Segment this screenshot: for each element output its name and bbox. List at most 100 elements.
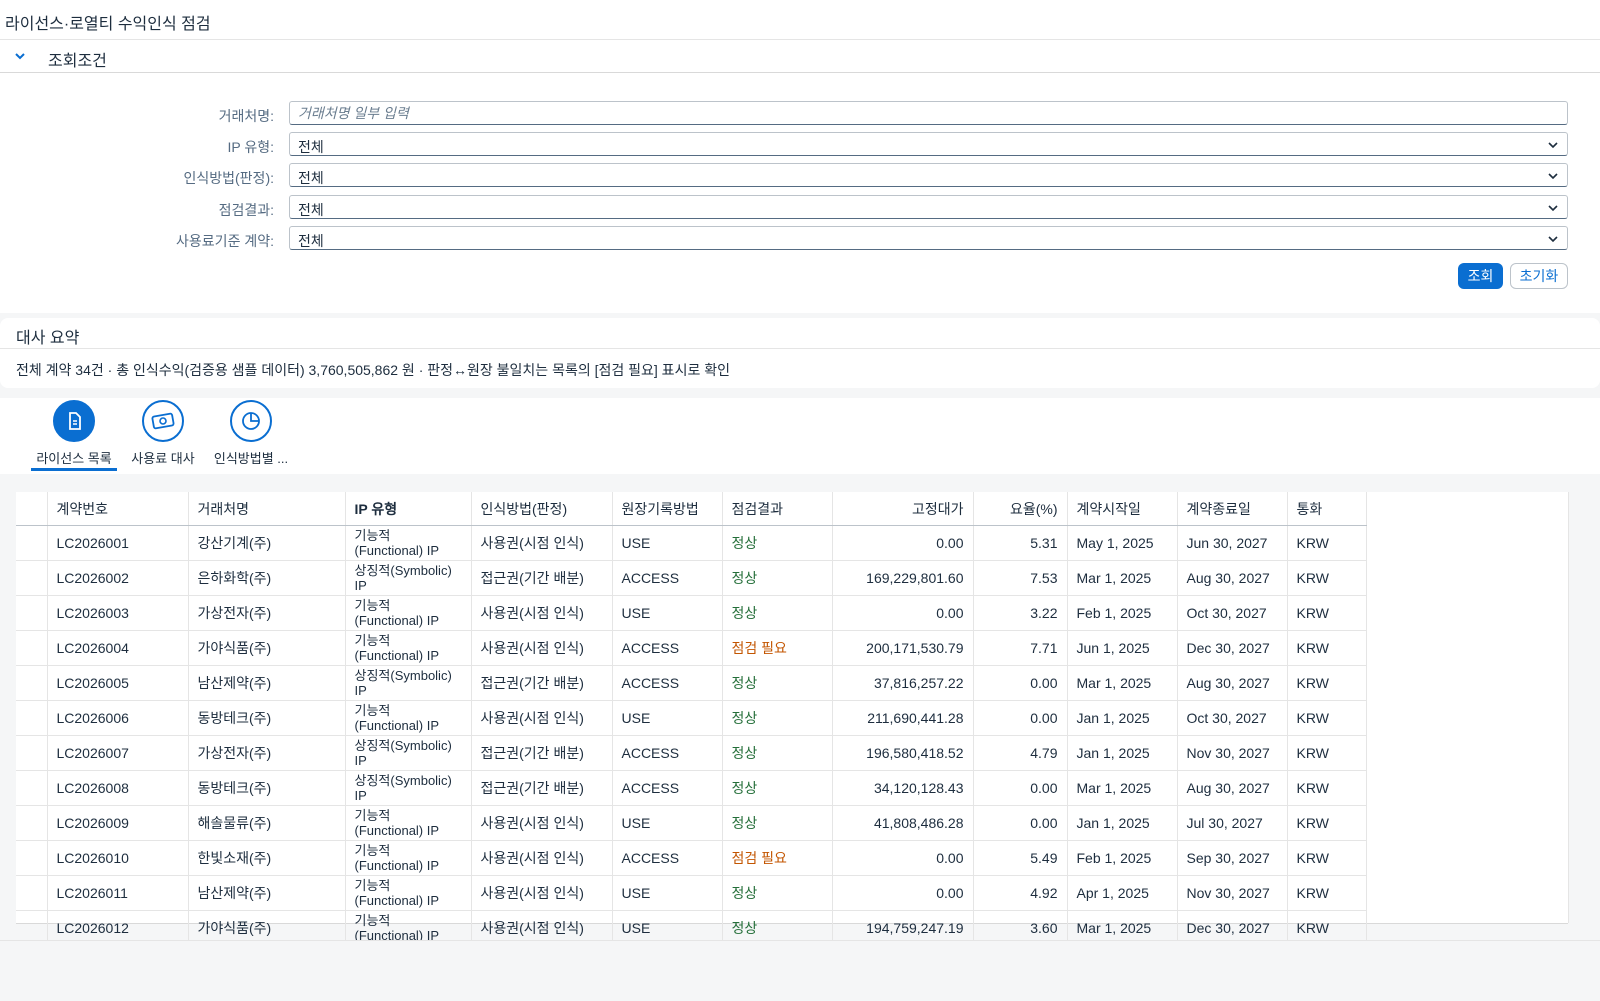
table-cell: 기능적 (Functional) IP bbox=[345, 630, 472, 666]
column-header[interactable]: 계약번호 bbox=[47, 492, 189, 526]
table-cell: 정상 bbox=[722, 770, 833, 806]
column-header[interactable]: 계약종료일 bbox=[1177, 492, 1288, 526]
table-cell: 사용권(시점 인식) bbox=[471, 525, 613, 561]
table-cell: 한빛소재(주) bbox=[188, 840, 346, 876]
table-cell: ACCESS bbox=[612, 735, 723, 771]
money-icon[interactable] bbox=[142, 400, 184, 442]
table-row[interactable]: LC2026011 남산제약(주) 기능적 (Functional) IP 사용권(시점… bbox=[16, 875, 1367, 911]
tab-label: 라이선스 목록 bbox=[36, 451, 112, 466]
royalty-label: 사용료기준 계약: bbox=[176, 233, 274, 249]
table-cell: 정상 bbox=[722, 665, 833, 701]
reset-button[interactable]: 초기화 bbox=[1510, 263, 1568, 289]
column-header[interactable]: 점검결과 bbox=[722, 492, 833, 526]
summary-text: 전체 계약 34건 · 총 인식수익(검증용 샘플 데이터) 3,760,505… bbox=[16, 362, 730, 378]
row-selector[interactable] bbox=[16, 770, 48, 806]
table-cell: KRW bbox=[1287, 700, 1367, 736]
table-cell: 기능적 (Functional) IP bbox=[345, 805, 472, 841]
table-row[interactable]: LC2026010 한빛소재(주) 기능적 (Functional) IP 사용권(시점… bbox=[16, 840, 1367, 876]
table-row[interactable]: LC2026007 가상전자(주) 상징적(Symbolic) IP 접근권(기간 배분… bbox=[16, 735, 1367, 771]
table-cell: 점검 필요 bbox=[722, 630, 833, 666]
column-header[interactable]: 고정대가 bbox=[832, 492, 974, 526]
row-selector[interactable] bbox=[16, 875, 48, 911]
chevron-down-icon[interactable] bbox=[1547, 202, 1559, 214]
chevron-down-icon[interactable] bbox=[1547, 170, 1559, 182]
row-selector[interactable] bbox=[16, 805, 48, 841]
row-selector-header[interactable] bbox=[16, 492, 48, 526]
license-table-container: 계약번호 거래처명 IP 유형 인식방법(판정) 원장기록방법 점검결과 고정대… bbox=[16, 492, 1569, 946]
filter-row-result: 점검결과: 전체 bbox=[0, 195, 1600, 221]
table-cell: KRW bbox=[1287, 560, 1367, 596]
method-select[interactable]: 전체 bbox=[289, 163, 1568, 187]
table-cell: USE bbox=[612, 525, 723, 561]
table-cell: 0.00 bbox=[832, 595, 974, 631]
column-header[interactable]: 원장기록방법 bbox=[612, 492, 723, 526]
row-selector[interactable] bbox=[16, 560, 48, 596]
royalty-select[interactable]: 전체 bbox=[289, 226, 1568, 250]
icon-tab-bar: 라이선스 목록 사용료 대사 인식방법별 ... bbox=[0, 398, 1600, 474]
row-selector[interactable] bbox=[16, 595, 48, 631]
table-row[interactable]: LC2026004 가야식품(주) 기능적 (Functional) IP 사용권(시점… bbox=[16, 630, 1367, 666]
table-cell: 남산제약(주) bbox=[188, 665, 346, 701]
search-button[interactable]: 조회 bbox=[1458, 263, 1503, 289]
document-icon[interactable] bbox=[53, 400, 95, 442]
filter-row-ip-type: IP 유형: 전체 bbox=[0, 132, 1600, 158]
table-row[interactable]: LC2026001 강산기계(주) 기능적 (Functional) IP 사용권(시점… bbox=[16, 525, 1367, 561]
table-cell: LC2026011 bbox=[47, 875, 189, 911]
table-cell: 강산기계(주) bbox=[188, 525, 346, 561]
tab-license-list[interactable]: 라이선스 목록 bbox=[29, 400, 119, 467]
row-selector[interactable] bbox=[16, 525, 48, 561]
chevron-down-icon[interactable] bbox=[13, 49, 27, 63]
table-cell: Jun 30, 2027 bbox=[1177, 525, 1288, 561]
tab-by-method[interactable]: 인식방법별 ... bbox=[206, 400, 296, 467]
column-header[interactable]: 인식방법(판정) bbox=[471, 492, 613, 526]
result-select[interactable]: 전체 bbox=[289, 195, 1568, 219]
chevron-down-icon[interactable] bbox=[1547, 233, 1559, 245]
column-header[interactable]: 계약시작일 bbox=[1067, 492, 1178, 526]
table-row[interactable]: LC2026002 은하화학(주) 상징적(Symbolic) IP 접근권(기간 배분… bbox=[16, 560, 1367, 596]
table-cell: 기능적 (Functional) IP bbox=[345, 525, 472, 561]
filter-section-header[interactable]: 조회조건 bbox=[0, 40, 1600, 73]
result-value: 전체 bbox=[298, 202, 324, 218]
table-row[interactable]: LC2026006 동방테크(주) 기능적 (Functional) IP 사용권(시점… bbox=[16, 700, 1367, 736]
table-cell: 7.53 bbox=[973, 560, 1068, 596]
table-cell: 접근권(기간 배분) bbox=[471, 665, 613, 701]
table-cell: May 1, 2025 bbox=[1067, 525, 1178, 561]
row-selector[interactable] bbox=[16, 665, 48, 701]
table-cell: 사용권(시점 인식) bbox=[471, 805, 613, 841]
chevron-down-icon[interactable] bbox=[1547, 139, 1559, 151]
row-selector[interactable] bbox=[16, 700, 48, 736]
table-row[interactable]: LC2026003 가상전자(주) 기능적 (Functional) IP 사용권(시점… bbox=[16, 595, 1367, 631]
table-cell: Aug 30, 2027 bbox=[1177, 560, 1288, 596]
table-row[interactable]: LC2026005 남산제약(주) 상징적(Symbolic) IP 접근권(기간 배분… bbox=[16, 665, 1367, 701]
table-cell: LC2026007 bbox=[47, 735, 189, 771]
row-selector[interactable] bbox=[16, 735, 48, 771]
table-cell: 169,229,801.60 bbox=[832, 560, 974, 596]
table-row[interactable]: LC2026008 동방테크(주) 상징적(Symbolic) IP 접근권(기간 배분… bbox=[16, 770, 1367, 806]
customer-input-wrap[interactable] bbox=[289, 101, 1568, 125]
table-cell: KRW bbox=[1287, 770, 1367, 806]
table-cell: 상징적(Symbolic) IP bbox=[345, 735, 472, 771]
table-cell: 196,580,418.52 bbox=[832, 735, 974, 771]
table-cell: LC2026002 bbox=[47, 560, 189, 596]
row-selector[interactable] bbox=[16, 840, 48, 876]
ip-type-select[interactable]: 전체 bbox=[289, 132, 1568, 156]
column-header[interactable]: 통화 bbox=[1287, 492, 1367, 526]
tab-royalty-reconcile[interactable]: 사용료 대사 bbox=[118, 400, 208, 467]
table-cell: Sep 30, 2027 bbox=[1177, 840, 1288, 876]
column-header[interactable]: 거래처명 bbox=[188, 492, 346, 526]
table-body: LC2026001 강산기계(주) 기능적 (Functional) IP 사용권(시점… bbox=[16, 525, 1367, 946]
table-cell: Mar 1, 2025 bbox=[1067, 665, 1178, 701]
pie-chart-icon[interactable] bbox=[230, 400, 272, 442]
table-cell: KRW bbox=[1287, 525, 1367, 561]
row-selector[interactable] bbox=[16, 630, 48, 666]
table-cell: USE bbox=[612, 875, 723, 911]
table-cell: LC2026008 bbox=[47, 770, 189, 806]
column-header[interactable]: IP 유형 bbox=[345, 492, 472, 526]
table-cell: LC2026003 bbox=[47, 595, 189, 631]
column-header[interactable]: 요율(%) bbox=[973, 492, 1068, 526]
table-row[interactable]: LC2026009 해솔물류(주) 기능적 (Functional) IP 사용권(시점… bbox=[16, 805, 1367, 841]
table-cell: Mar 1, 2025 bbox=[1067, 560, 1178, 596]
filter-panel: 거래처명: IP 유형: 전체 인식방법(판정): 전체 점검결과: 전체 사용… bbox=[0, 73, 1600, 313]
table-cell: 5.31 bbox=[973, 525, 1068, 561]
customer-name-input[interactable] bbox=[290, 102, 1567, 124]
